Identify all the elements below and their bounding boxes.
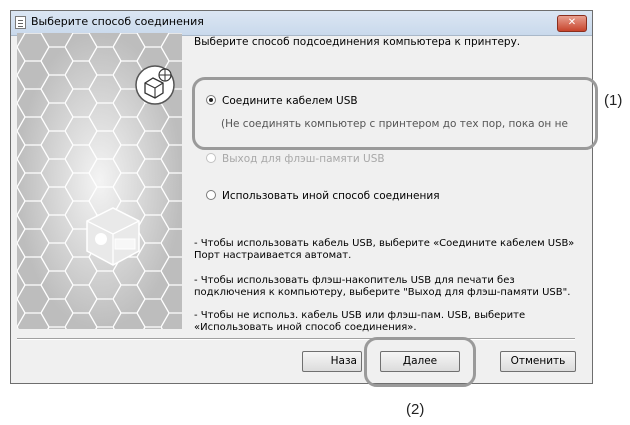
note-other: - Чтобы не использ. кабель USB или флэш-…	[194, 310, 526, 333]
callout-highlight-2	[364, 337, 476, 387]
callout-label-1: (1)	[604, 92, 623, 109]
network-printer-icon	[135, 65, 175, 105]
close-icon: ✕	[567, 17, 577, 28]
back-button[interactable]: Наза	[302, 351, 362, 372]
window-title: Выберите способ соединения	[31, 15, 204, 28]
option-other-connection[interactable]: Использовать иной способ соединения	[206, 190, 440, 202]
note-usb-flash: - Чтобы использовать флэш-накопитель USB…	[194, 275, 571, 298]
radio-icon[interactable]	[206, 190, 216, 200]
option-usb-flash: Выход для флэш-памяти USB	[206, 153, 385, 165]
intro-text: Выберите способ подсоединения компьютера…	[194, 36, 521, 48]
callout-label-2: (2)	[406, 401, 425, 418]
button-separator	[17, 338, 575, 340]
radio-icon	[206, 153, 216, 163]
close-button[interactable]: ✕	[557, 15, 587, 32]
window-app-icon	[15, 16, 26, 29]
illustration-panel	[17, 33, 182, 329]
note-usb-cable: - Чтобы использовать кабель USB, выберит…	[194, 238, 575, 261]
hexagon-illustration	[17, 33, 182, 329]
callout-highlight-1	[192, 77, 598, 150]
cancel-button[interactable]: Отменить	[500, 351, 576, 372]
